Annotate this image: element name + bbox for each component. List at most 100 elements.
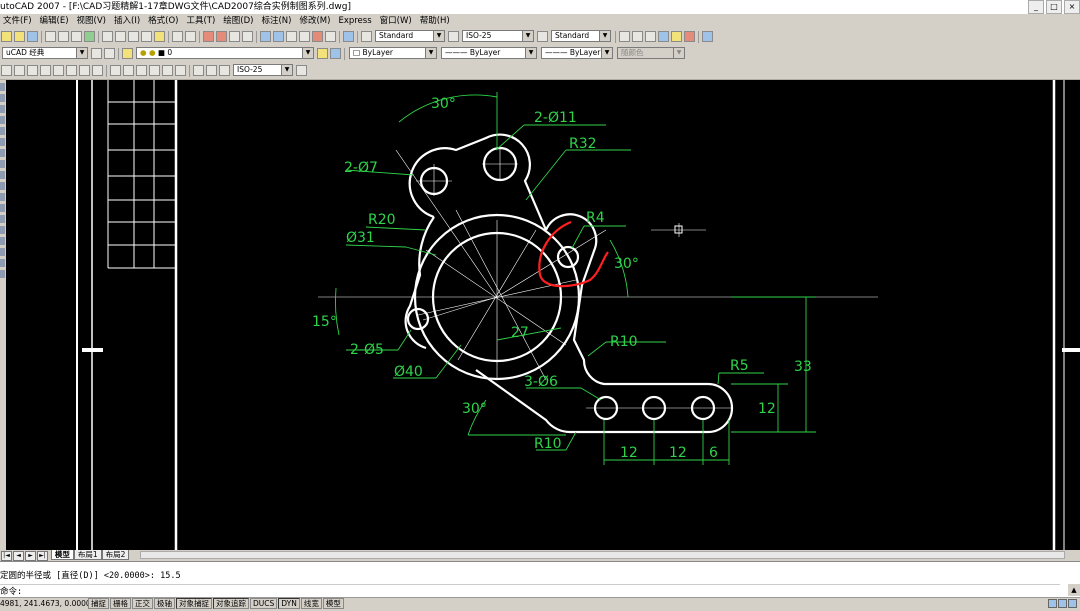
- plot-preview-icon[interactable]: [58, 31, 69, 42]
- linear-dim-icon[interactable]: [1, 65, 12, 76]
- paste-icon[interactable]: [128, 31, 139, 42]
- point-tool-icon[interactable]: [0, 215, 5, 223]
- workspace-settings-icon[interactable]: [91, 48, 102, 59]
- table-style-select[interactable]: Standard ▼: [551, 30, 611, 42]
- publish-icon[interactable]: [71, 31, 82, 42]
- drawing-canvas[interactable]: 30° 2-Ø11 R32 2-Ø7 R20 R4 Ø31 30° 15° 27…: [6, 80, 1080, 550]
- model-toggle[interactable]: 模型: [322, 598, 344, 609]
- dim-update-icon[interactable]: [219, 65, 230, 76]
- zoom-previous-icon[interactable]: [242, 31, 253, 42]
- zoom-window-icon[interactable]: [229, 31, 240, 42]
- sheet-set-icon[interactable]: [299, 31, 310, 42]
- save-icon[interactable]: [27, 31, 38, 42]
- layer-select[interactable]: ● ● ■ 0 ▼: [136, 47, 314, 59]
- tab-layout2[interactable]: 布局2: [101, 550, 130, 560]
- continue-icon[interactable]: [136, 65, 147, 76]
- minimize-button[interactable]: _: [1028, 0, 1044, 14]
- dyn-toggle[interactable]: DYN: [278, 598, 300, 609]
- print-icon[interactable]: [45, 31, 56, 42]
- help-icon[interactable]: [343, 31, 354, 42]
- rectangle-tool-icon[interactable]: [0, 127, 5, 135]
- menu-express[interactable]: Express: [335, 16, 376, 26]
- lwt-toggle[interactable]: 线宽: [300, 598, 322, 609]
- layer-previous-icon[interactable]: [330, 48, 341, 59]
- ucs-icon[interactable]: [702, 31, 713, 42]
- diameter-dim-icon[interactable]: [79, 65, 90, 76]
- maximize-button[interactable]: □: [1046, 0, 1062, 14]
- dim-style-select-2[interactable]: ISO-25 ▼: [233, 64, 293, 76]
- lock-icon[interactable]: [1048, 599, 1057, 608]
- open-icon[interactable]: [14, 31, 25, 42]
- dim-style-select[interactable]: ISO-25 ▼: [462, 30, 534, 42]
- make-block-icon[interactable]: [0, 204, 5, 212]
- circle-tool-icon[interactable]: [0, 149, 5, 157]
- menu-modify[interactable]: 修改(M): [296, 16, 335, 26]
- xline-tool-icon[interactable]: [0, 94, 5, 102]
- dimtedit-icon[interactable]: [206, 65, 217, 76]
- close-button[interactable]: ×: [1064, 0, 1080, 14]
- hatch-tool-icon[interactable]: [0, 226, 5, 234]
- aligned-dim-icon[interactable]: [14, 65, 25, 76]
- command-input[interactable]: 命令:: [0, 584, 1060, 597]
- cut-icon[interactable]: [102, 31, 113, 42]
- polyline-tool-icon[interactable]: [0, 105, 5, 113]
- polar-toggle[interactable]: 极轴: [154, 598, 175, 609]
- revcloud-tool-icon[interactable]: [0, 160, 5, 168]
- arc-length-icon[interactable]: [27, 65, 38, 76]
- mtext-tool-icon[interactable]: [0, 270, 5, 278]
- quickcalc-icon[interactable]: [325, 31, 336, 42]
- snap-toggle[interactable]: 捕捉: [88, 598, 109, 609]
- tab-layout1[interactable]: 布局1: [73, 550, 102, 560]
- grid-toggle[interactable]: 栅格: [110, 598, 131, 609]
- ordinate-icon[interactable]: [40, 65, 51, 76]
- redo-icon[interactable]: [185, 31, 196, 42]
- render-icon[interactable]: [671, 31, 682, 42]
- ducs-toggle[interactable]: DUCS: [250, 598, 278, 609]
- quick-dim-icon[interactable]: [110, 65, 121, 76]
- etransmit-icon[interactable]: [84, 31, 95, 42]
- tolerance-icon[interactable]: [162, 65, 173, 76]
- copy-icon[interactable]: [115, 31, 126, 42]
- design-center-icon[interactable]: [273, 31, 284, 42]
- osnap-toggle[interactable]: 对象捕捉: [176, 598, 212, 609]
- dim-style-manager-icon[interactable]: [296, 65, 307, 76]
- jogged-icon[interactable]: [66, 65, 77, 76]
- menu-format[interactable]: 格式(O): [145, 16, 183, 26]
- center-mark-icon[interactable]: [175, 65, 186, 76]
- line-tool-icon[interactable]: [0, 83, 5, 91]
- tab-next-button[interactable]: ►: [25, 551, 36, 561]
- arc-tool-icon[interactable]: [0, 138, 5, 146]
- menu-tools[interactable]: 工具(T): [183, 16, 220, 26]
- block-editor-icon[interactable]: [154, 31, 165, 42]
- linetype-select[interactable]: ——— ByLayer ▼: [441, 47, 537, 59]
- markup-icon[interactable]: [312, 31, 323, 42]
- orbit-icon[interactable]: [645, 31, 656, 42]
- ellipse-tool-icon[interactable]: [0, 182, 5, 190]
- named-views-icon[interactable]: [619, 31, 630, 42]
- radius-dim-icon[interactable]: [53, 65, 64, 76]
- gradient-tool-icon[interactable]: [0, 237, 5, 245]
- color-select[interactable]: □ ByLayer ▼: [349, 47, 437, 59]
- otrack-toggle[interactable]: 对象追踪: [213, 598, 249, 609]
- menu-window[interactable]: 窗口(W): [377, 16, 417, 26]
- clean-screen-icon[interactable]: [1068, 599, 1077, 608]
- region-tool-icon[interactable]: [0, 248, 5, 256]
- layer-manager-icon[interactable]: [122, 48, 133, 59]
- spline-tool-icon[interactable]: [0, 171, 5, 179]
- drawing-svg[interactable]: 30° 2-Ø11 R32 2-Ø7 R20 R4 Ø31 30° 15° 27…: [6, 80, 1080, 550]
- command-scroll-up[interactable]: ▲: [1068, 584, 1080, 596]
- new-icon[interactable]: [1, 31, 12, 42]
- text-style-select[interactable]: Standard ▼: [375, 30, 445, 42]
- 3d-view-icon[interactable]: [632, 31, 643, 42]
- menu-file[interactable]: 文件(F): [0, 16, 37, 26]
- menu-view[interactable]: 视图(V): [74, 16, 111, 26]
- save-workspace-icon[interactable]: [104, 48, 115, 59]
- dimedit-icon[interactable]: [193, 65, 204, 76]
- ortho-toggle[interactable]: 正交: [132, 598, 153, 609]
- angular-dim-icon[interactable]: [92, 65, 103, 76]
- menu-dimension[interactable]: 标注(N): [258, 16, 296, 26]
- workspace-select[interactable]: uCAD 经典 ▼: [2, 47, 88, 59]
- table-tool-icon[interactable]: [0, 259, 5, 267]
- polygon-tool-icon[interactable]: [0, 116, 5, 124]
- tab-prev-button[interactable]: ◄: [13, 551, 24, 561]
